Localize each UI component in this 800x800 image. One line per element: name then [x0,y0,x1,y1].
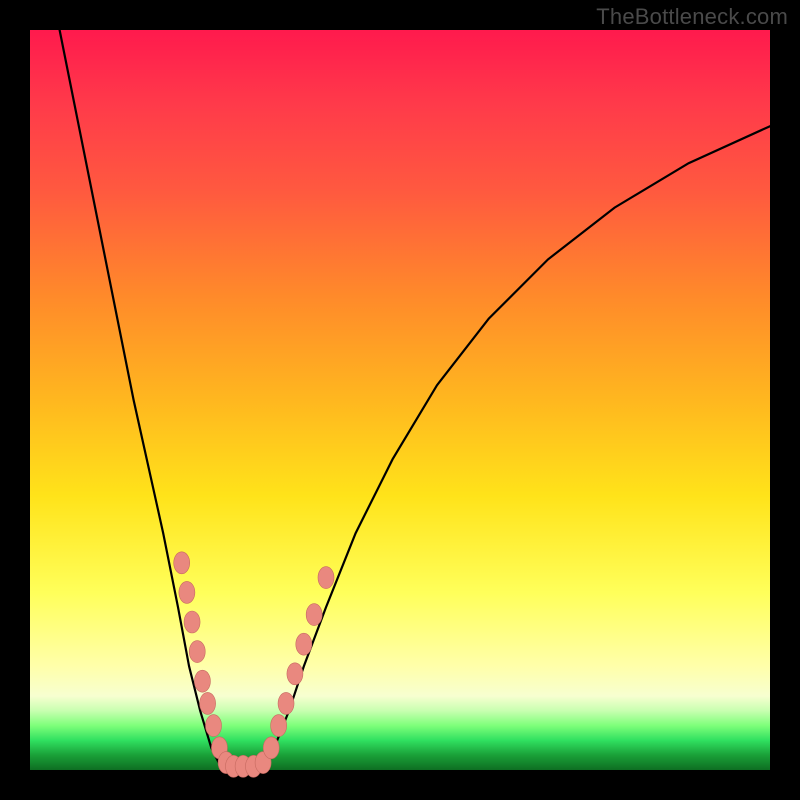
bead [306,604,322,626]
bead [174,552,190,574]
bead [184,611,200,633]
bead [287,663,303,685]
beads-group [174,552,334,778]
chart-frame: TheBottleneck.com [0,0,800,800]
bead [263,737,279,759]
bead [200,692,216,714]
curve-layer [30,30,770,770]
bead [278,692,294,714]
bead [189,641,205,663]
plot-area [30,30,770,770]
watermark-text: TheBottleneck.com [596,4,788,30]
bead [296,633,312,655]
bottleneck-curve [60,30,770,770]
bead [206,715,222,737]
bead [271,715,287,737]
bead [194,670,210,692]
bead [179,581,195,603]
bead [318,567,334,589]
